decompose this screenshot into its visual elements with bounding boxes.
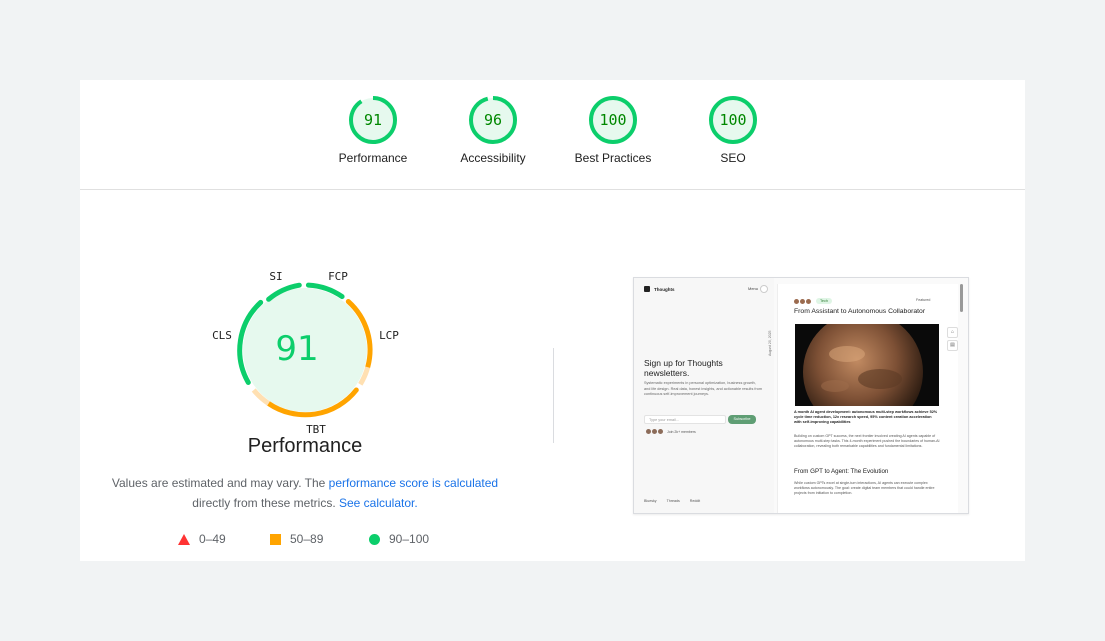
- legend-range: 0–49: [199, 532, 226, 546]
- gauge-best-practices[interactable]: 100 Best Practices: [553, 95, 673, 165]
- thumb-section-body: While custom GPTs excel at single-turn i…: [794, 481, 935, 495]
- thumb-post-body: Building on custom GPT success, the next…: [794, 434, 940, 448]
- gauge-label: SEO: [720, 151, 746, 165]
- legend-range: 90–100: [389, 532, 430, 546]
- legend-item-good: 90–100: [369, 532, 429, 546]
- gauge-score: 96: [484, 111, 502, 129]
- thumb-post-title: From Assistant to Autonomous Collaborato…: [794, 308, 926, 315]
- thumb-email-field: Type your email...: [644, 415, 726, 424]
- gauge-ring: 100: [709, 96, 757, 144]
- thumb-subscribe-button: Subscribe: [728, 415, 756, 424]
- score-legend: 0–49 50–89 90–100: [178, 532, 478, 548]
- thumb-footer-link: Threads: [666, 499, 680, 503]
- gauge-label: Best Practices: [574, 151, 652, 165]
- gauge-score: 91: [364, 111, 382, 129]
- thumb-signup-heading: Sign up for Thoughts newsletters.: [644, 358, 723, 378]
- performance-gauge-large: 91 SI FCP LCP TBT CLS: [205, 265, 405, 440]
- performance-score-link[interactable]: performance score is calculated: [329, 476, 498, 490]
- thumb-post-summary: A month AI agent development: autonomous…: [794, 410, 938, 424]
- circle-icon: [369, 533, 380, 545]
- performance-score: 91: [275, 329, 318, 369]
- thumb-lock-icon: ⌂: [947, 327, 958, 338]
- thumb-join: Join 2k+ members: [646, 429, 696, 434]
- category-gauges: 91 Performance 96 Accessibility 100 Best…: [80, 80, 1025, 190]
- note-text-middle: directly from these metrics.: [192, 496, 339, 510]
- avatar: [658, 429, 663, 434]
- see-calculator-link[interactable]: See calculator.: [339, 496, 418, 510]
- avatar: [806, 298, 811, 304]
- metric-ring: 91 SI FCP LCP TBT CLS: [212, 270, 399, 436]
- thumb-tag: Tech: [816, 298, 833, 304]
- lighthouse-report: 91 Performance 96 Accessibility 100 Best…: [80, 80, 1025, 561]
- planet-icon: [803, 324, 923, 406]
- gauge-ring: 100: [589, 96, 637, 144]
- performance-title: Performance: [247, 435, 363, 457]
- thumb-section-title: From GPT to Agent: The Evolution: [794, 468, 889, 475]
- metric-label-fcp: FCP: [328, 270, 348, 283]
- square-icon: [270, 533, 281, 545]
- avatar: [646, 429, 651, 434]
- metric-label-lcp: LCP: [379, 329, 399, 342]
- gauge-score: 100: [599, 111, 626, 129]
- avatar: [800, 298, 805, 304]
- legend-range: 50–89: [290, 532, 324, 546]
- avatar: [794, 298, 799, 304]
- gauge-label: Accessibility: [460, 151, 526, 165]
- gauge-seo[interactable]: 100 SEO: [673, 95, 793, 165]
- thumb-featured: Featured: [916, 298, 931, 302]
- thumb-footer: Bluesky Threads Reddit: [644, 499, 700, 503]
- final-screenshot-thumbnail[interactable]: Thoughts Menu Sign up for Thoughts newsl…: [633, 277, 969, 514]
- thumb-planet-image: [795, 324, 939, 406]
- gauge-ring: 91: [349, 96, 397, 144]
- thumb-article-card: Tech Featured From Assistant to Autonomo…: [777, 284, 958, 513]
- thumb-brand-text: Thoughts: [654, 286, 675, 292]
- legend-item-average: 50–89: [270, 532, 323, 546]
- metric-label-si: SI: [269, 270, 282, 283]
- thumb-vertical-date: August 20, 2025: [768, 330, 772, 357]
- gauge-accessibility[interactable]: 96 Accessibility: [433, 95, 553, 165]
- thumb-left-panel: Thoughts Menu Sign up for Thoughts newsl…: [634, 278, 774, 513]
- gauge-score: 100: [719, 111, 746, 129]
- thumb-bookmark-icon: ▤: [947, 340, 958, 351]
- gauge-ring: 96: [469, 96, 517, 144]
- note-text: Values are estimated and may vary. The: [111, 476, 329, 490]
- thumb-menu-icon: [760, 285, 768, 293]
- triangle-icon: [178, 533, 190, 545]
- thumb-card-meta: Tech: [794, 298, 833, 304]
- thumb-footer-link: Bluesky: [644, 499, 657, 503]
- thumb-footer-link: Reddit: [689, 499, 701, 503]
- thumb-join-text: Join 2k+ members: [667, 429, 696, 434]
- metric-label-cls: CLS: [212, 329, 232, 342]
- vertical-divider: [553, 348, 554, 443]
- legend-item-poor: 0–49: [178, 532, 226, 546]
- metric-label-tbt: TBT: [306, 423, 326, 435]
- performance-note: Values are estimated and may vary. The p…: [100, 473, 510, 513]
- thumb-menu: Menu: [748, 286, 759, 291]
- thumb-scrollbar: [960, 284, 963, 312]
- gauge-label: Performance: [338, 151, 408, 165]
- avatar: [652, 429, 657, 434]
- gauge-performance[interactable]: 91 Performance: [313, 95, 433, 165]
- logo-icon: [644, 286, 650, 292]
- thumb-signup-sub: Systematic experiments in personal optim…: [644, 381, 762, 396]
- thumb-brand: Thoughts: [644, 286, 675, 292]
